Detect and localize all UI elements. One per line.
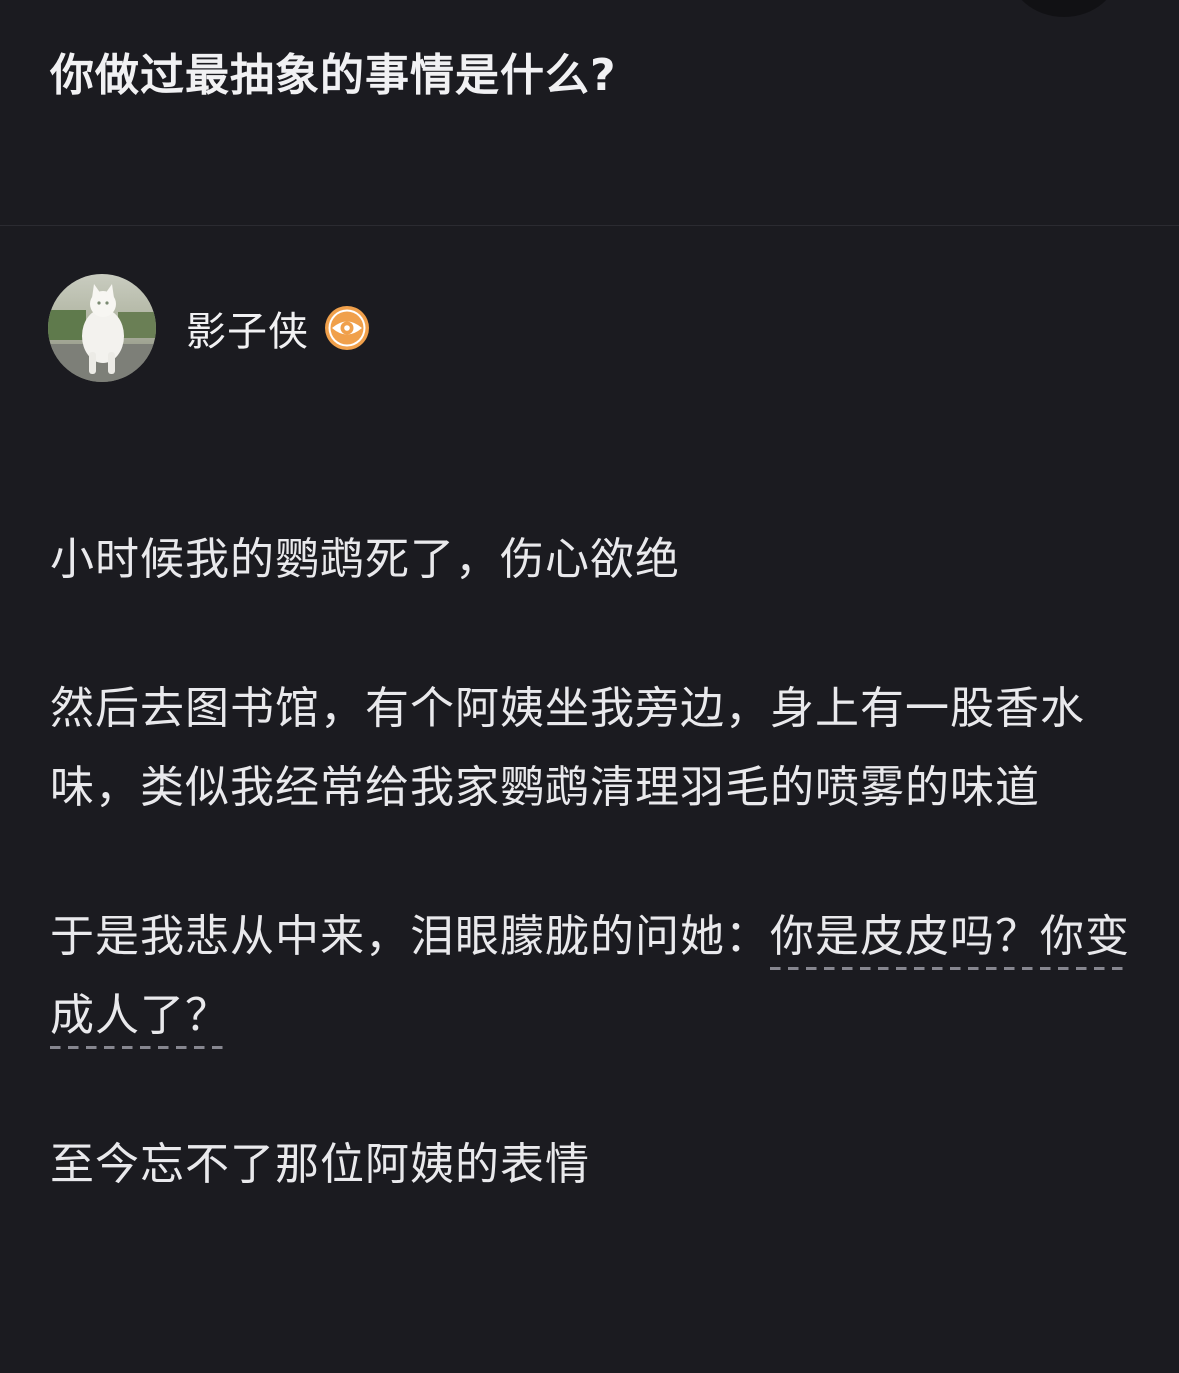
answer-paragraph-3-text: 于是我悲从中来，泪眼朦胧的问她： <box>50 911 770 962</box>
answer-paragraph-4: 至今忘不了那位阿姨的表情 <box>50 1139 590 1190</box>
avatar[interactable] <box>48 274 156 382</box>
top-corner-button <box>1009 0 1119 17</box>
white-cat-avatar-icon <box>48 274 156 382</box>
question-title[interactable]: 你做过最抽象的事情是什么? <box>50 40 617 112</box>
answer-paragraph-2: 然后去图书馆，有个阿姨坐我旁边，身上有一股香水味，类似我经常给我家鹦鹉清理羽毛的… <box>50 683 1085 813</box>
eye-badge-icon[interactable] <box>323 304 371 352</box>
answer-paragraph-3: 于是我悲从中来，泪眼朦胧的问她：你是皮皮吗？你变成人了？ <box>50 897 1130 1055</box>
author-info[interactable]: 影子侠 <box>48 273 371 383</box>
author-name[interactable]: 影子侠 <box>186 299 309 357</box>
answer-paragraph-1: 小时候我的鹦鹉死了，伤心欲绝 <box>50 534 680 585</box>
answer-content: 小时候我的鹦鹉死了，伤心欲绝 然后去图书馆，有个阿姨坐我旁边，身上有一股香水味，… <box>50 520 1130 1204</box>
header-divider <box>0 225 1179 226</box>
